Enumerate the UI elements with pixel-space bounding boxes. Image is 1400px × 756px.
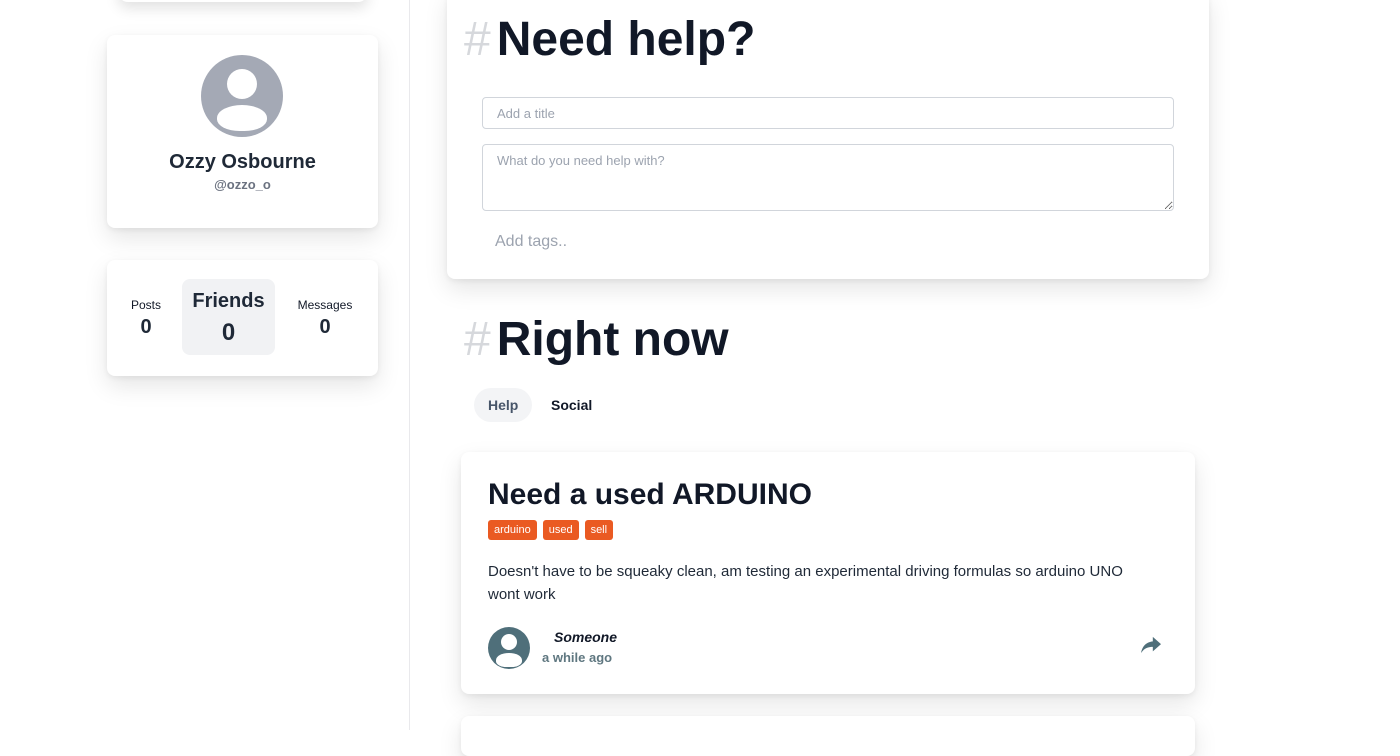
help-title-input[interactable]	[482, 97, 1174, 129]
previous-card-edge	[118, 0, 368, 2]
post-tags: arduino used sell	[488, 520, 614, 540]
next-post-card[interactable]	[461, 716, 1195, 756]
post-timestamp: a while ago	[542, 650, 613, 665]
post-card[interactable]: Need a used ARDUINO arduino used sell Do…	[461, 452, 1195, 694]
stat-messages-label: Messages	[297, 298, 353, 312]
tag-badge[interactable]: used	[542, 520, 579, 540]
stat-posts-label: Posts	[130, 298, 161, 312]
hash-symbol: #	[464, 313, 491, 366]
stat-messages-value: 0	[319, 316, 331, 338]
profile-name: Ozzy Osbourne	[169, 151, 316, 173]
stat-friends[interactable]: Friends 0	[182, 279, 275, 355]
stat-friends-value: 0	[221, 319, 236, 346]
post-author[interactable]: Someone	[554, 629, 617, 645]
tag-badge[interactable]: sell	[584, 520, 614, 540]
post-title[interactable]: Need a used ARDUINO	[488, 478, 812, 512]
help-tags-input[interactable]	[487, 230, 803, 254]
profile-card: Ozzy Osbourne @ozzo_o	[107, 35, 378, 228]
stat-friends-label: Friends	[192, 290, 265, 312]
profile-avatar-icon[interactable]	[201, 55, 283, 137]
author-avatar-icon[interactable]	[488, 627, 530, 669]
feed-heading: # Right now	[464, 312, 729, 367]
post-body: Doesn't have to be squeaky clean, am tes…	[488, 563, 1123, 603]
feed-heading-text: Right now	[496, 313, 729, 366]
stats-card: Posts 0 Friends 0 Messages 0	[107, 260, 378, 376]
profile-handle: @ozzo_o	[214, 177, 271, 192]
tag-badge[interactable]: arduino	[488, 520, 537, 540]
help-form-card: # Need help?	[447, 0, 1209, 279]
hash-symbol: #	[464, 13, 491, 66]
help-heading-text: Need help?	[496, 13, 756, 66]
share-arrow-icon[interactable]	[1140, 635, 1162, 655]
stat-posts[interactable]: Posts 0	[121, 298, 171, 339]
tab-help[interactable]: Help	[474, 388, 533, 422]
tab-social[interactable]: Social	[537, 388, 606, 422]
sidebar-divider	[409, 0, 410, 730]
stat-messages[interactable]: Messages 0	[291, 298, 359, 339]
help-heading: # Need help?	[464, 12, 755, 67]
stat-posts-value: 0	[140, 316, 152, 338]
help-body-textarea[interactable]	[482, 144, 1174, 211]
